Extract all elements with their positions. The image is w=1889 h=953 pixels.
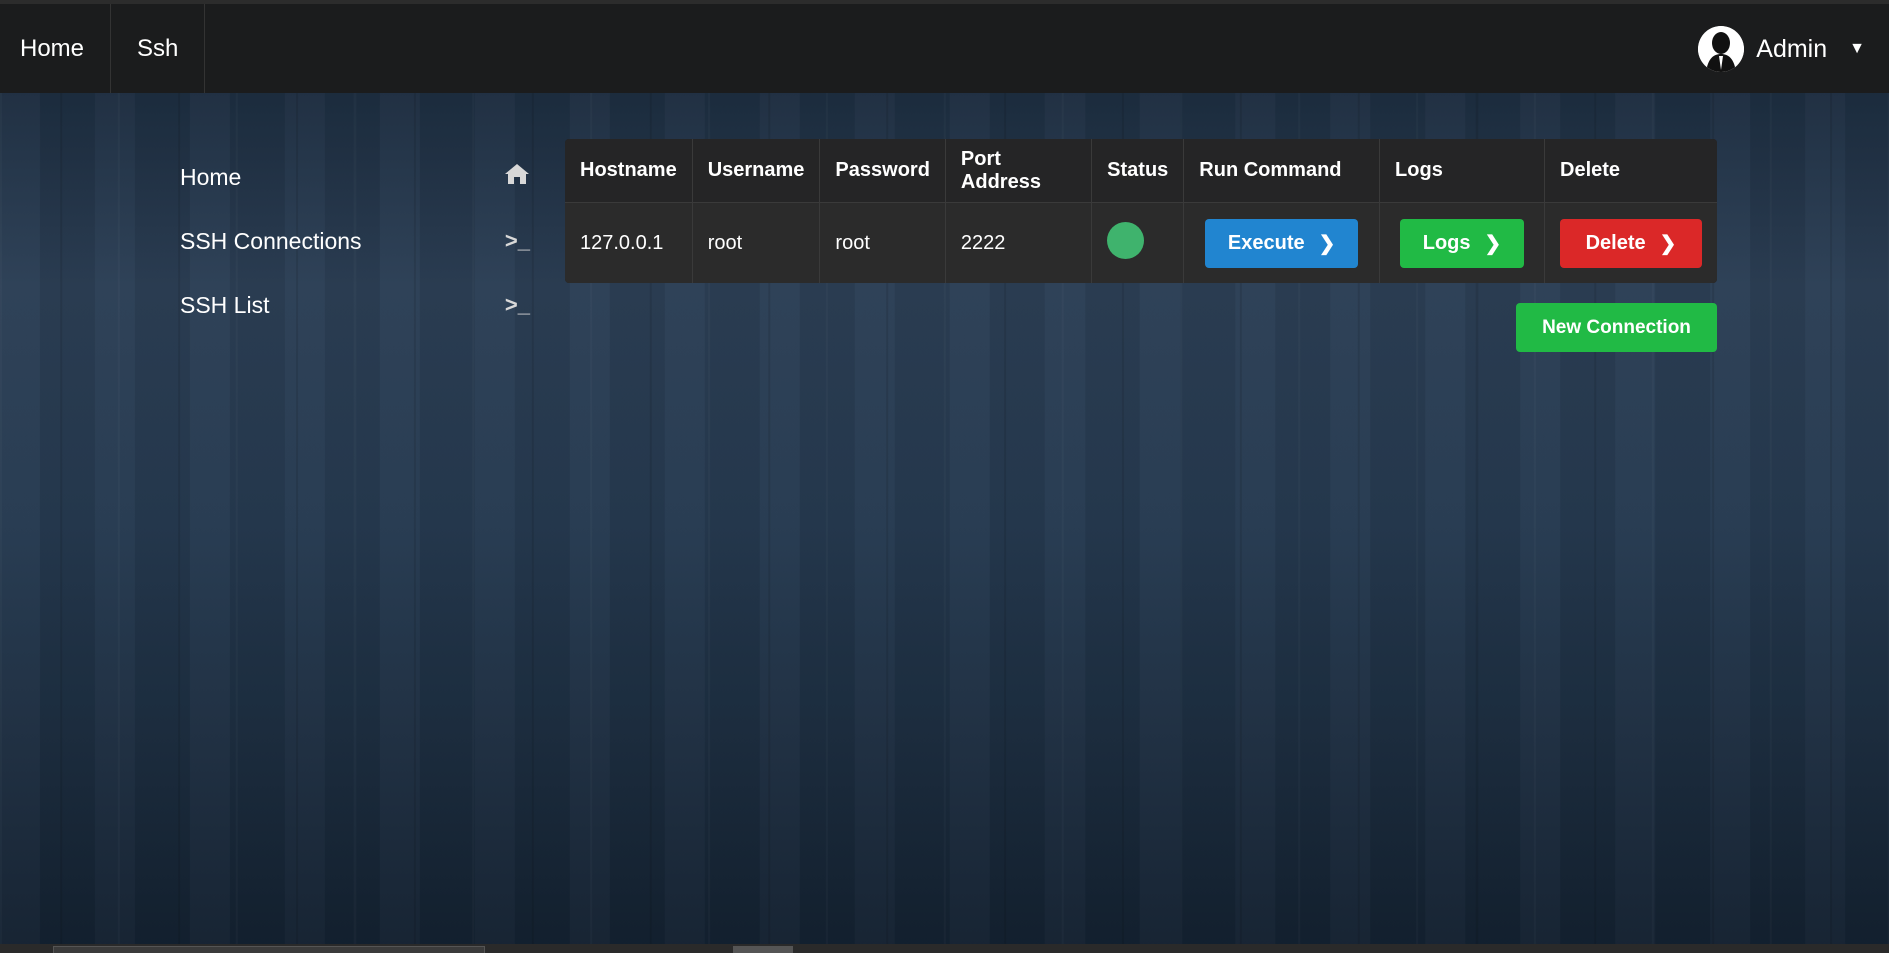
sidebar-item-label: Home [180, 163, 242, 190]
password-cell: root [819, 202, 946, 283]
column-header: Password [819, 139, 946, 203]
home-icon [504, 163, 530, 191]
terminal-icon: >_ [504, 228, 530, 253]
column-header: Port Address [945, 139, 1093, 203]
table-header-row: Hostname Username Password Port Address … [565, 139, 1717, 203]
chevron-down-icon: ▼ [1849, 40, 1865, 57]
column-header: Status [1091, 139, 1185, 203]
delete-button[interactable]: Delete ❯ [1560, 218, 1702, 268]
execute-button[interactable]: Execute ❯ [1205, 218, 1359, 268]
chevron-right-icon: ❯ [1318, 232, 1336, 255]
delete-cell: Delete ❯ [1544, 202, 1717, 283]
scrollbar-thumb[interactable] [53, 946, 485, 953]
scrollbar-marker [733, 946, 793, 953]
chevron-right-icon: ❯ [1659, 232, 1677, 255]
column-header: Delete [1544, 139, 1717, 203]
run-command-cell: Execute ❯ [1183, 202, 1381, 283]
status-cell [1091, 202, 1185, 283]
column-header: Run Command [1183, 139, 1381, 203]
terminal-icon: >_ [504, 292, 530, 317]
logs-button-label: Logs [1422, 231, 1471, 254]
user-menu[interactable]: Admin ▼ [1698, 26, 1865, 72]
sidebar-item-label: SSH Connections [180, 227, 362, 254]
nav-ssh[interactable]: Ssh [111, 4, 206, 93]
column-header: Logs [1379, 139, 1545, 203]
new-connection-button[interactable]: New Connection [1516, 303, 1717, 352]
nav-home[interactable]: Home [0, 4, 112, 93]
port-cell: 2222 [945, 202, 1093, 283]
user-silhouette-icon [1698, 26, 1745, 72]
user-name: Admin [1756, 34, 1828, 63]
sidebar-item-ssh-connections[interactable]: SSH Connections >_ [180, 209, 530, 273]
delete-button-label: Delete [1585, 231, 1646, 254]
username-cell: root [692, 202, 821, 283]
column-header: Username [692, 139, 821, 203]
execute-button-label: Execute [1227, 231, 1305, 254]
avatar [1698, 26, 1745, 72]
chevron-right-icon: ❯ [1484, 232, 1502, 255]
sidebar-item-label: SSH List [180, 291, 270, 318]
sidebar: Home SSH Connections >_ SSH List >_ [180, 145, 530, 337]
sidebar-item-home[interactable]: Home [180, 145, 530, 209]
ssh-connections-table: Hostname Username Password Port Address … [565, 139, 1717, 283]
hostname-cell: 127.0.0.1 [565, 202, 693, 283]
sidebar-item-ssh-list[interactable]: SSH List >_ [180, 273, 530, 337]
top-navbar: Home Ssh Admin ▼ [0, 0, 1889, 93]
column-header: Hostname [565, 139, 693, 203]
status-indicator [1107, 221, 1145, 259]
table-row: 127.0.0.1 root root 2222 Execute ❯ Logs [565, 202, 1717, 283]
logs-cell: Logs ❯ [1379, 202, 1545, 283]
logs-button[interactable]: Logs ❯ [1400, 218, 1525, 268]
